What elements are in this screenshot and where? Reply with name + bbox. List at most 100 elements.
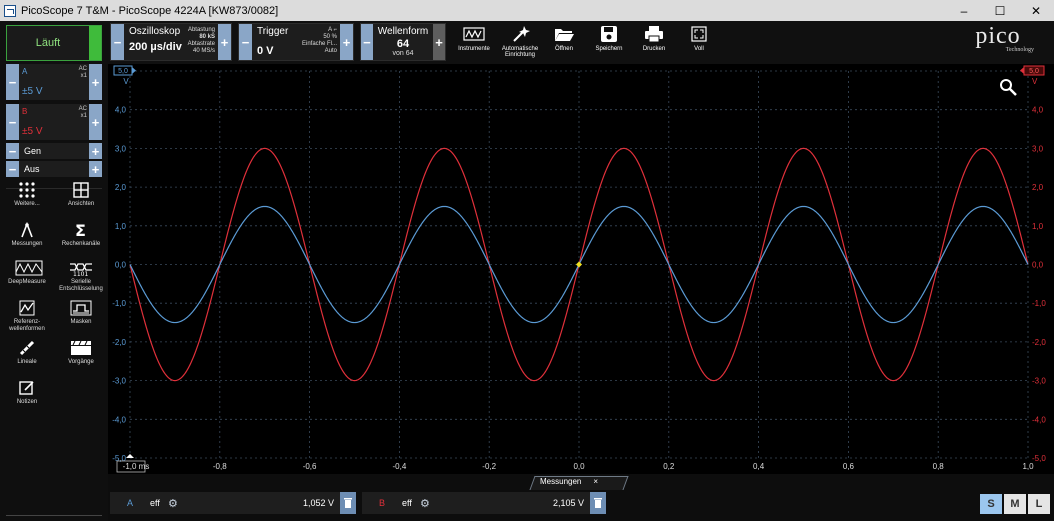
trigger-increase-button[interactable]: + [340,24,353,60]
measurement-row-a[interactable]: A eff ⚙ 1,052 V [110,492,356,514]
fullscreen-button[interactable]: Voll [675,25,723,52]
trigger-mode[interactable]: Einfache Fl... [302,41,337,48]
tool-ruler[interactable]: Lineale [0,340,54,366]
channel-b-settings[interactable]: B ±5 V AC x1 [19,104,89,140]
sampling-value[interactable]: 80 kS [188,34,215,41]
tool-label: Rechenkanäle [61,241,101,247]
measurements-tab-label: Messungen [540,477,582,486]
instruments-button[interactable]: Instrumente [450,25,498,52]
channel-b-range-increase[interactable]: + [89,104,102,140]
x-tick-label: -0,2 [482,462,496,471]
maximize-button[interactable]: ☐ [982,4,1018,18]
generator-label[interactable]: Gen [19,143,89,159]
notes-icon [19,380,35,396]
right-axis-unit: V [1032,77,1038,86]
channel-a-range-decrease[interactable]: − [6,64,19,100]
tool-label: Weitere... [14,201,40,207]
tool-masks[interactable]: Masken [54,300,108,326]
y-tick-label-right: 0,0 [1032,261,1044,270]
generator-increase[interactable]: + [89,143,102,159]
save-button[interactable]: Speichern [585,25,633,52]
tool-label: DeepMeasure [8,279,46,285]
scope-graph[interactable]: 4,0 4,0 3,0 3,0 2,0 2,0 1,0 1,0 0,0 0,0 -1,0 -1,0 -2… [108,64,1054,474]
gear-icon[interactable]: ⚙ [420,497,438,510]
close-button[interactable]: ✕ [1018,4,1054,18]
run-label: Läuft [35,37,61,49]
x-tick-label: 0,8 [933,462,945,471]
generator-output-decrease[interactable]: − [6,161,19,177]
tool-label-line2: Entschlüsselung [59,286,103,292]
channel-b-range-decrease[interactable]: − [6,104,19,140]
timebase-increase-button[interactable]: + [218,24,231,60]
tool-label: Masken [70,319,92,325]
trash-icon[interactable] [340,492,356,514]
main-toolbar: Läuft − Oszilloskop 200 µs/div Abtastung… [0,21,1054,64]
size-large-button[interactable]: L [1028,494,1050,514]
minimize-button[interactable]: – [946,4,982,18]
channel-a-range-increase[interactable]: + [89,64,102,100]
deepmeasure-icon [15,260,43,276]
measurement-channel: A [126,498,133,508]
sampling-label: Abtastung [187,27,215,33]
x-tick-label: -0,6 [303,462,317,471]
tool-measure[interactable]: Messungen [0,221,54,248]
tool-sigma[interactable]: Σ Rechenkanäle [54,221,108,248]
waveform-previous-button[interactable]: − [361,24,373,60]
y-tick-label-right: -1,0 [1032,299,1046,308]
title-bar: PicoScope 7 T&M - PicoScope 4224A [KW873… [0,0,1054,21]
scope-view[interactable]: 4,0 4,0 3,0 3,0 2,0 2,0 1,0 1,0 0,0 0,0 -1,0 -1,0 -2… [108,64,1054,474]
open-button[interactable]: Öffnen [540,25,588,52]
tool-deepmeasure[interactable]: DeepMeasure [0,260,54,286]
tool-grid-dots[interactable]: Weitere... [0,182,54,208]
measurements-tab-close-icon[interactable]: × [593,477,598,486]
picoscope-window: PicoScope 7 T&M - PicoScope 4224A [KW873… [0,0,1054,521]
channel-a-settings[interactable]: A ±5 V AC x1 [19,64,89,100]
tool-label: Vorgänge [68,359,94,365]
autosetup-button[interactable]: Automatische Einrichtung [495,25,545,58]
generator-output-increase[interactable]: + [89,161,102,177]
tool-actions[interactable]: Vorgänge [54,340,108,366]
tool-reference[interactable]: Referenz-wellenformen [0,300,54,333]
trash-icon[interactable] [590,492,606,514]
generator-output-control: − Aus + [6,161,102,177]
y-tick-label-right: 4,0 [1032,106,1044,115]
left-panel-bottom-line [6,515,102,516]
tool-label: Notizen [16,399,38,405]
tool-views[interactable]: Ansichten [54,182,108,208]
trigger-source[interactable]: A ⌐ [302,27,337,34]
y-tick-label-right: 3,0 [1032,144,1044,153]
measurement-row-b[interactable]: B eff ⚙ 2,105 V [362,492,606,514]
measurement-value: 2,105 V [552,498,584,508]
y-tick-label-left: 4,0 [115,106,127,115]
tool-notes[interactable]: Notizen [0,380,54,406]
channel-a-name: A [22,67,28,76]
tool-serial-decode[interactable]: 1101 Serielle Entschlüsselung [54,260,108,293]
size-medium-button[interactable]: M [1004,494,1026,514]
trigger-auto[interactable]: Auto [302,48,337,55]
size-small-button[interactable]: S [980,494,1002,514]
reference-icon [19,300,35,316]
tool-label: Ansichten [67,201,95,207]
sigma-icon: Σ [73,221,89,240]
generator-output-label[interactable]: Aus [19,161,89,177]
zoom-magnifier-icon[interactable] [1000,79,1017,96]
channel-a-offset-arrow [132,67,136,74]
measurements-tab[interactable]: Messungen × [540,477,598,486]
x-tick-label: -0,4 [393,462,407,471]
time-ruler-arrow [126,454,134,458]
folder-open-icon [553,25,575,43]
run-stop-button[interactable]: Läuft [6,25,102,61]
waveform-next-button[interactable]: + [433,24,445,60]
channel-b-range: ±5 V [22,126,43,137]
waveform-index[interactable]: 64 [378,38,428,50]
gear-icon[interactable]: ⚙ [168,497,186,510]
generator-decrease[interactable]: − [6,143,19,159]
print-button[interactable]: Drucken [630,25,678,52]
trigger-control: − Trigger 0 V A ⌐ 50 % Einfache Fl... Au… [238,23,354,61]
measurement-channel: B [378,498,385,508]
y-tick-label-left: 1,0 [115,222,127,231]
timebase-decrease-button[interactable]: − [111,24,124,60]
rate-value: 40 MS/s [192,48,215,54]
trigger-decrease-button[interactable]: − [239,24,252,60]
channel-a-control: − A ±5 V AC x1 + [6,64,102,100]
